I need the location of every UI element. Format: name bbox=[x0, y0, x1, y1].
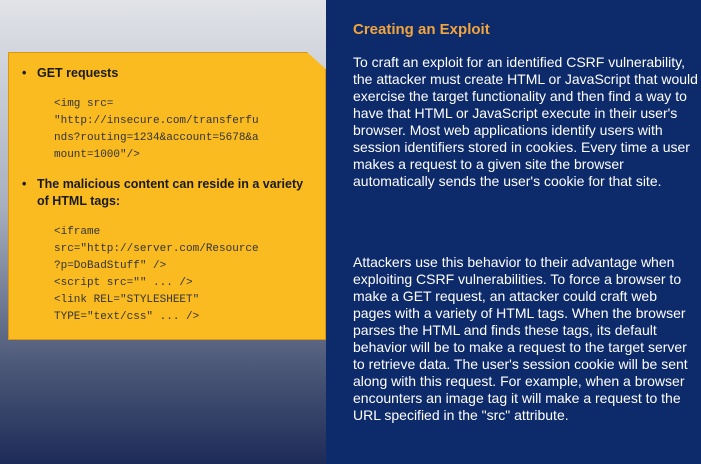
bullet-malicious-content: The malicious content can reside in a va… bbox=[22, 176, 318, 210]
code-snippet-img-tag: <img src= "http://insecure.com/transferf… bbox=[54, 98, 259, 161]
code-examples-callout: GET requests <img src= "http://insecure.… bbox=[8, 52, 326, 340]
bullet-title: The malicious content can reside in a va… bbox=[37, 177, 304, 208]
code-snippet-html-tags: <iframe src="http://server.com/Resource … bbox=[54, 226, 259, 323]
bullet-get-requests: GET requests bbox=[22, 65, 318, 82]
article-paragraph-1: To craft an exploit for an identified CS… bbox=[353, 54, 698, 189]
article-heading: Creating an Exploit bbox=[353, 21, 490, 38]
bullet-title: GET requests bbox=[37, 66, 119, 80]
article-paragraph-2: Attackers use this behavior to their adv… bbox=[353, 254, 688, 423]
